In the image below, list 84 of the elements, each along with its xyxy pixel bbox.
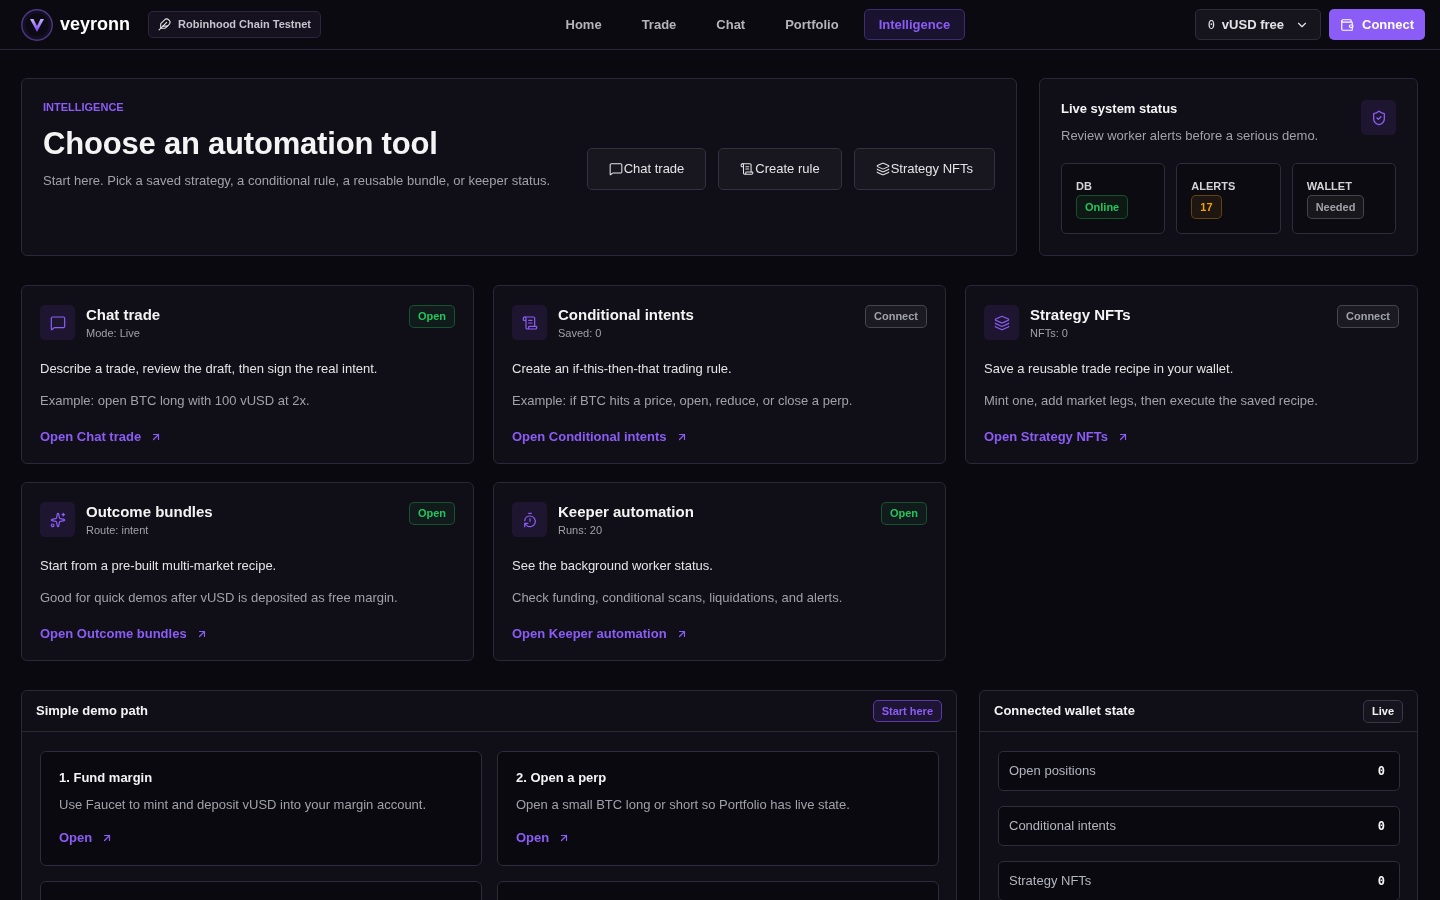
step-title: 1. Fund margin [59,769,154,787]
action-button[interactable]: Chat trade [586,148,707,190]
scroll-icon [740,162,755,176]
nav-tab[interactable]: Portfolio [770,9,854,40]
live-badge: Live [1363,699,1403,723]
nav-tab[interactable]: Chat [701,9,761,40]
layers-icon [875,162,890,176]
tool-link[interactable]: Open Strategy NFTs [984,428,1129,446]
arrow-up-right-icon [1117,431,1129,443]
tool-meta: Saved: 0 [558,326,603,340]
feather-icon [158,18,172,31]
step-title: 2. Open a perp [516,769,608,787]
stat-name: Open positions [1009,762,1096,781]
connect-button[interactable]: Connect [1329,9,1425,40]
tool-link[interactable]: Open Keeper automation [512,625,688,643]
balance-dropdown[interactable]: 0 vUSD free [1194,9,1321,40]
step-link[interactable]: Open [59,829,114,847]
action-button[interactable]: Create rule [718,148,842,190]
stat-value: 0 [1377,763,1385,780]
nav-tab[interactable]: Trade [626,9,692,40]
tool-example: Mint one, add market legs, then execute the saved recipe. [984,392,1319,410]
tool-title: Outcome bundles [86,502,213,522]
stat-value: 0 [1377,873,1385,890]
section-eyebrow: INTELLIGENCE [43,100,125,114]
tool-link[interactable]: Open Outcome bundles [40,625,208,643]
action-button[interactable]: Strategy NFTs [853,148,995,190]
status-badge: Open [408,502,455,525]
tool-description: Describe a trade, review the draft, then sign the real intent. [40,360,379,378]
status-badge: Connect [865,305,927,328]
stat-badge: 17 [1191,195,1222,219]
stat-name: Conditional intents [1009,817,1116,836]
tool-link[interactable]: Open Conditional intents [512,428,688,446]
stat-label: DB [1076,179,1092,193]
page-subtitle: Start here. Pick a saved strategy, a conditional rule, a reusable bundle, or keeper status. [43,172,551,190]
status-title: Live system status [1061,101,1179,117]
nav-tab[interactable]: Home [550,9,617,40]
brand-name[interactable]: veyronn [60,11,131,38]
timer-icon [512,502,547,537]
stat-badge: Needed [1306,195,1365,219]
tool-description: See the background worker status. [512,557,714,575]
page-title: Choose an automation tool [43,126,439,162]
tool-example: Check funding, conditional scans, liquidations, and alerts. [512,589,844,607]
tool-title: Chat trade [86,305,161,325]
tool-title: Strategy NFTs [1030,305,1131,325]
tool-link[interactable]: Open Chat trade [40,428,163,446]
stat-name: Strategy NFTs [1009,872,1092,891]
sparkles-icon [40,502,75,537]
status-badge: Connect [1337,305,1399,328]
tool-description: Start from a pre-built multi-market recipe. [40,557,278,575]
stat-badge: Online [1076,195,1129,219]
step-text: Open a small BTC long or short so Portfolio has live state. [516,796,851,814]
stat-label: WALLET [1306,179,1352,193]
wallet-icon [1340,17,1354,32]
panel-title: Connected wallet state [994,702,1135,721]
tool-meta: NFTs: 0 [1030,326,1069,340]
shield-icon [1361,100,1396,135]
stat-value: 0 [1377,818,1385,835]
layers-icon [984,305,1019,340]
stat-label: ALERTS [1191,179,1236,193]
scroll-icon [512,305,547,340]
logo-icon[interactable] [21,8,53,41]
tool-title: Keeper automation [558,502,694,522]
tool-example: Good for quick demos after vUSD is deposited as free margin. [40,589,399,607]
chat-bubble-icon [40,305,75,340]
tool-example: Example: open BTC long with 100 vUSD at 2x. [40,392,311,410]
tool-description: Create an if-this-then-that trading rule. [512,360,733,378]
tool-example: Example: if BTC hits a price, open, reduce, or close a perp. [512,392,854,410]
tool-meta: Mode: Live [86,326,141,340]
tool-description: Save a reusable trade recipe in your wallet. [984,360,1235,378]
step-text: Use Faucet to mint and deposit vUSD into your margin account. [59,796,428,814]
status-badge: Open [880,502,927,525]
balance-amount: 0 [1207,16,1215,34]
network-name: Robinhood Chain Testnet [178,17,312,33]
tool-meta: Runs: 20 [558,523,604,537]
tool-title: Conditional intents [558,305,694,325]
status-subtitle: Review worker alerts before a serious demo. [1061,128,1319,144]
nav-tab[interactable]: Intelligence [863,9,966,40]
chat-bubble-icon [608,162,623,176]
balance-unit: vUSD free [1221,15,1284,34]
status-badge: Open [408,305,455,328]
tool-meta: Route: intent [86,523,150,537]
panel-title: Simple demo path [36,702,148,721]
start-here-badge: Start here [872,700,942,722]
step-link[interactable]: Open [516,829,571,847]
